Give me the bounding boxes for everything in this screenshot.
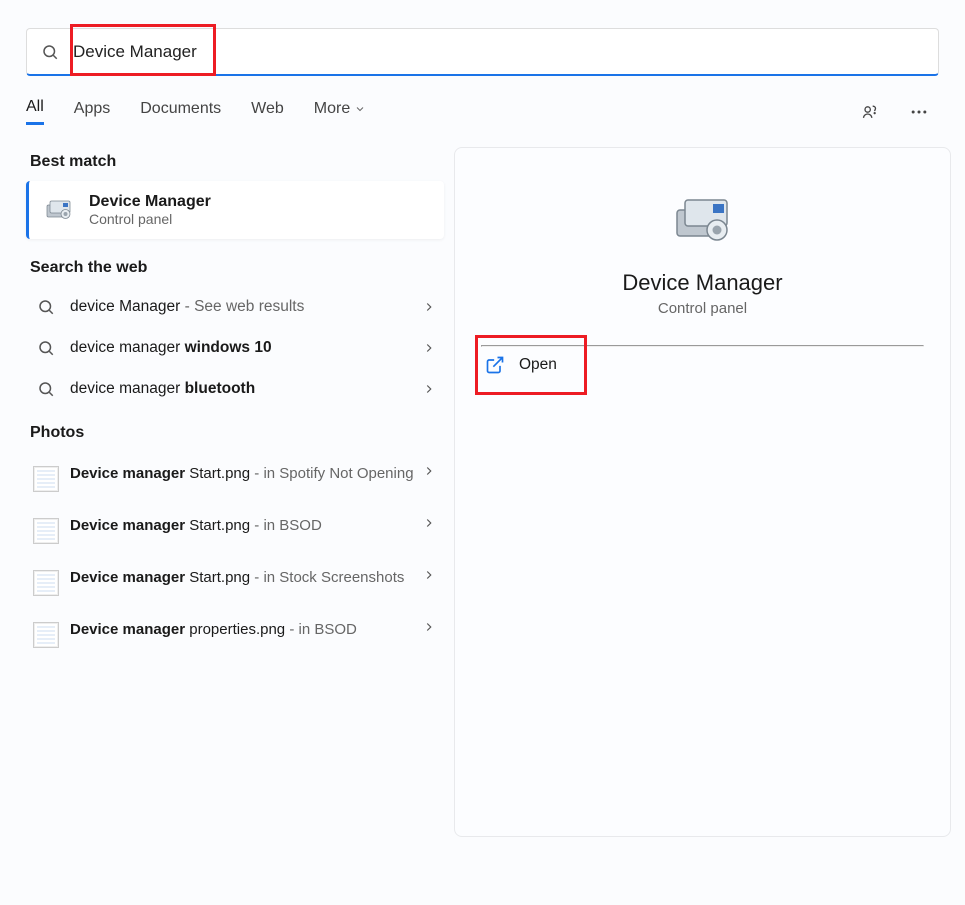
photo-location: - in Spotify Not Opening (250, 465, 413, 482)
chevron-right-icon (422, 341, 436, 355)
photo-location: - in BSOD (250, 517, 322, 534)
web-result-text: device manager (70, 380, 185, 397)
feedback-icon[interactable] (861, 102, 881, 122)
section-web: Search the web (30, 259, 444, 277)
image-thumbnail-icon (33, 622, 59, 648)
search-icon (41, 43, 59, 61)
photo-filename: Start.png (185, 569, 250, 586)
search-icon (37, 380, 55, 398)
image-thumbnail-icon (33, 466, 59, 492)
search-icon (37, 298, 55, 316)
web-result-item[interactable]: device manager bluetooth (26, 369, 444, 410)
device-manager-icon (667, 188, 739, 252)
photo-result-item[interactable]: Device manager Start.png - in BSOD (26, 504, 444, 556)
chevron-right-icon (422, 568, 436, 582)
search-bar-container (26, 28, 939, 76)
web-result-bold: windows 10 (185, 339, 272, 356)
search-icon (37, 339, 55, 357)
chevron-right-icon (422, 464, 436, 478)
photo-result-item[interactable]: Device manager Start.png - in Stock Scre… (26, 556, 444, 608)
device-manager-icon (43, 194, 75, 226)
search-input[interactable] (73, 42, 924, 62)
photo-result-item[interactable]: Device manager properties.png - in BSOD (26, 608, 444, 660)
chevron-down-icon (354, 103, 366, 115)
best-match-item[interactable]: Device Manager Control panel (26, 181, 444, 239)
photo-bold: Device manager (70, 621, 185, 638)
web-result-item[interactable]: device Manager - See web results (26, 287, 444, 328)
tab-documents[interactable]: Documents (140, 100, 221, 124)
chevron-right-icon (422, 516, 436, 530)
preview-pane: Device Manager Control panel Open (454, 147, 951, 837)
best-match-title: Device Manager (89, 193, 211, 211)
photo-filename: Start.png (185, 517, 250, 534)
photo-filename: Start.png (185, 465, 250, 482)
web-result-item[interactable]: device manager windows 10 (26, 328, 444, 369)
section-best-match: Best match (30, 153, 444, 171)
section-photos: Photos (30, 424, 444, 442)
photo-filename: properties.png (185, 621, 285, 638)
open-external-icon (485, 355, 505, 375)
chevron-right-icon (422, 382, 436, 396)
image-thumbnail-icon (33, 570, 59, 596)
tab-all[interactable]: All (26, 98, 44, 125)
open-label: Open (519, 356, 557, 374)
more-options-icon[interactable] (909, 102, 929, 122)
preview-subtitle: Control panel (481, 300, 924, 317)
filter-tabs-row: All Apps Documents Web More (26, 98, 939, 125)
open-action[interactable]: Open (481, 347, 561, 383)
photo-bold: Device manager (70, 569, 185, 586)
web-result-text: device manager (70, 339, 185, 356)
photo-bold: Device manager (70, 517, 185, 534)
web-result-suffix: - See web results (180, 298, 304, 315)
photo-location: - in BSOD (285, 621, 357, 638)
results-column: Best match Device Manager Control panel … (14, 147, 444, 837)
preview-title: Device Manager (481, 270, 924, 296)
web-result-text: device Manager (70, 298, 180, 315)
chevron-right-icon (422, 620, 436, 634)
web-result-bold: bluetooth (185, 380, 256, 397)
photo-bold: Device manager (70, 465, 185, 482)
tab-apps[interactable]: Apps (74, 100, 110, 124)
best-match-subtitle: Control panel (89, 211, 211, 227)
tab-more[interactable]: More (314, 100, 366, 124)
photo-location: - in Stock Screenshots (250, 569, 404, 586)
chevron-right-icon (422, 300, 436, 314)
search-box[interactable] (26, 28, 939, 76)
tab-web[interactable]: Web (251, 100, 284, 124)
image-thumbnail-icon (33, 518, 59, 544)
tab-more-label: More (314, 100, 350, 118)
photo-result-item[interactable]: Device manager Start.png - in Spotify No… (26, 452, 444, 504)
